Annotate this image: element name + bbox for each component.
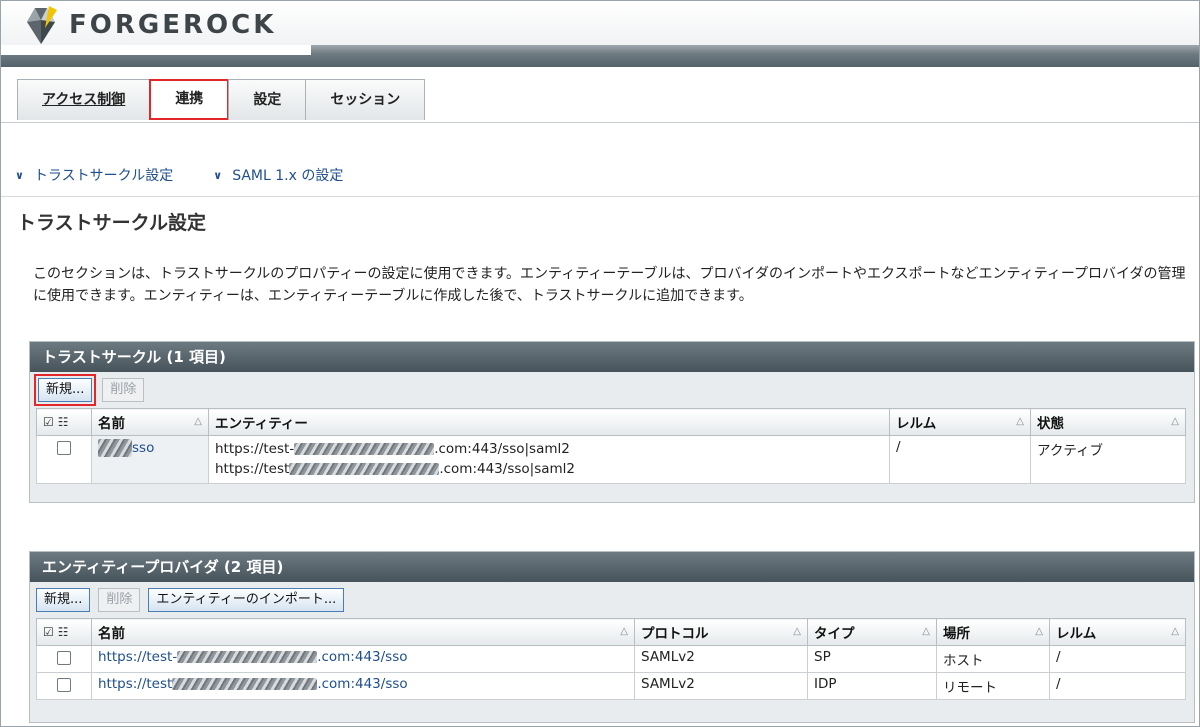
- app-window: FORGEROCK アクセス制御 連携 設定 セッション ∨ トラストサークル設…: [0, 0, 1200, 727]
- tab-federation[interactable]: 連携: [149, 79, 230, 120]
- cot-delete-button[interactable]: 削除: [102, 378, 145, 402]
- table-row: https://test- .com:443/sso SAMLv2 SP ホスト …: [36, 645, 1186, 673]
- location-value: ホスト: [936, 645, 1050, 673]
- forgerock-logo-icon: [27, 6, 57, 44]
- location-value: リモート: [936, 672, 1050, 700]
- brand-name: FORGEROCK: [69, 10, 277, 40]
- sort-ascending-icon[interactable]: △: [922, 626, 930, 637]
- realm-value: /: [1049, 645, 1186, 673]
- protocol-value: SAMLv2: [634, 672, 808, 700]
- masthead: FORGEROCK: [1, 1, 1199, 67]
- table-row: sso https://test- .com:443/sso|saml2 http…: [36, 435, 1186, 484]
- ep-toolbar: 新規... 削除 エンティティーのインポート...: [30, 582, 1194, 618]
- column-protocol[interactable]: プロトコル △: [634, 618, 808, 646]
- row-checkbox[interactable]: [57, 678, 71, 692]
- entity-provider-panel-title: エンティティープロバイダ (2 項目): [30, 552, 1194, 582]
- redacted-text: [289, 463, 440, 475]
- sort-ascending-icon[interactable]: △: [620, 626, 628, 637]
- protocol-value: SAMLv2: [634, 645, 808, 673]
- sort-ascending-icon[interactable]: △: [1171, 626, 1179, 637]
- column-location[interactable]: 場所 △: [936, 618, 1050, 646]
- select-all-icon: ☑☷: [43, 625, 73, 639]
- realm-value: /: [889, 435, 1031, 484]
- table-row: https://test .com:443/sso SAMLv2 IDP リモート…: [36, 672, 1186, 700]
- row-checkbox[interactable]: [57, 651, 71, 665]
- select-all-header[interactable]: ☑☷: [36, 408, 92, 436]
- page-title: トラストサークル設定: [17, 212, 207, 234]
- section-jump-links: ∨ トラストサークル設定 ∨ SAML 1.x の設定: [15, 165, 383, 185]
- realm-value: /: [1049, 672, 1186, 700]
- entity-provider-panel: エンティティープロバイダ (2 項目) 新規... 削除 エンティティーのインポ…: [29, 551, 1195, 723]
- sort-ascending-icon[interactable]: △: [1171, 416, 1179, 427]
- cot-panel-title: トラストサークル (1 項目): [30, 342, 1194, 372]
- tab-configuration[interactable]: 設定: [228, 79, 307, 120]
- highlight-box: 新規...: [34, 374, 97, 406]
- row-checkbox[interactable]: [57, 441, 71, 455]
- table-header: ☑☷ 名前 △ エンティティー レルム △ 状態 △: [36, 408, 1186, 436]
- tab-bar: アクセス制御 連携 設定 セッション: [1, 67, 1199, 123]
- column-name[interactable]: 名前 △: [91, 618, 635, 646]
- ep-new-button[interactable]: 新規...: [36, 588, 91, 612]
- redacted-text: [98, 439, 132, 457]
- sort-ascending-icon[interactable]: △: [1016, 416, 1024, 427]
- divider: [1, 196, 1199, 197]
- select-all-header[interactable]: ☑☷: [36, 618, 92, 646]
- tab-sessions[interactable]: セッション: [305, 79, 426, 120]
- column-name[interactable]: 名前 △: [91, 408, 209, 436]
- double-chevron-down-icon: ∨: [15, 168, 24, 182]
- sort-ascending-icon[interactable]: △: [793, 626, 801, 637]
- cot-table: ☑☷ 名前 △ エンティティー レルム △ 状態 △ sso https://test…: [36, 408, 1186, 484]
- link-saml1-settings[interactable]: ∨ SAML 1.x の設定: [213, 165, 343, 185]
- redacted-text: [172, 678, 318, 690]
- double-chevron-down-icon: ∨: [213, 168, 223, 182]
- sort-ascending-icon[interactable]: △: [194, 416, 202, 427]
- entity-list: https://test- .com:443/sso|saml2 https://…: [208, 435, 890, 484]
- page-description: このセクションは、トラストサークルのプロパティーの設定に使用できます。エンティテ…: [33, 266, 1186, 304]
- entity-name-link[interactable]: https://test .com:443/sso: [98, 676, 408, 692]
- cot-new-button[interactable]: 新規...: [38, 378, 93, 402]
- link-cot-settings[interactable]: ∨ トラストサークル設定: [15, 165, 173, 185]
- import-entity-button[interactable]: エンティティーのインポート...: [148, 588, 345, 612]
- column-realm[interactable]: レルム △: [889, 408, 1031, 436]
- column-status[interactable]: 状態 △: [1030, 408, 1186, 436]
- type-value: SP: [807, 645, 937, 673]
- cot-panel: トラストサークル (1 項目) 新規... 削除 ☑☷ 名前 △ エンティティー …: [29, 341, 1195, 503]
- cot-name-link[interactable]: sso: [98, 439, 154, 457]
- brand-logo: FORGEROCK: [21, 6, 276, 44]
- column-type[interactable]: タイプ △: [807, 618, 937, 646]
- redacted-text: [294, 443, 435, 455]
- ep-delete-button[interactable]: 削除: [98, 588, 141, 612]
- status-value: アクティブ: [1030, 435, 1186, 484]
- sort-ascending-icon[interactable]: △: [1035, 626, 1043, 637]
- select-all-icon: ☑☷: [43, 415, 73, 429]
- column-realm[interactable]: レルム △: [1049, 618, 1186, 646]
- entity-provider-table: ☑☷ 名前 △ プロトコル △ タイプ △ 場所 △ レルム △ https://test…: [36, 618, 1186, 700]
- cot-toolbar: 新規... 削除: [30, 372, 1194, 408]
- table-header: ☑☷ 名前 △ プロトコル △ タイプ △ 場所 △ レルム △: [36, 618, 1186, 646]
- main-tabs: アクセス制御 連携 設定 セッション: [17, 79, 426, 120]
- type-value: IDP: [807, 672, 937, 700]
- tab-access-control[interactable]: アクセス制御: [17, 79, 151, 120]
- redacted-text: [177, 651, 318, 663]
- entity-name-link[interactable]: https://test- .com:443/sso: [98, 649, 408, 665]
- column-entity: エンティティー: [208, 408, 890, 436]
